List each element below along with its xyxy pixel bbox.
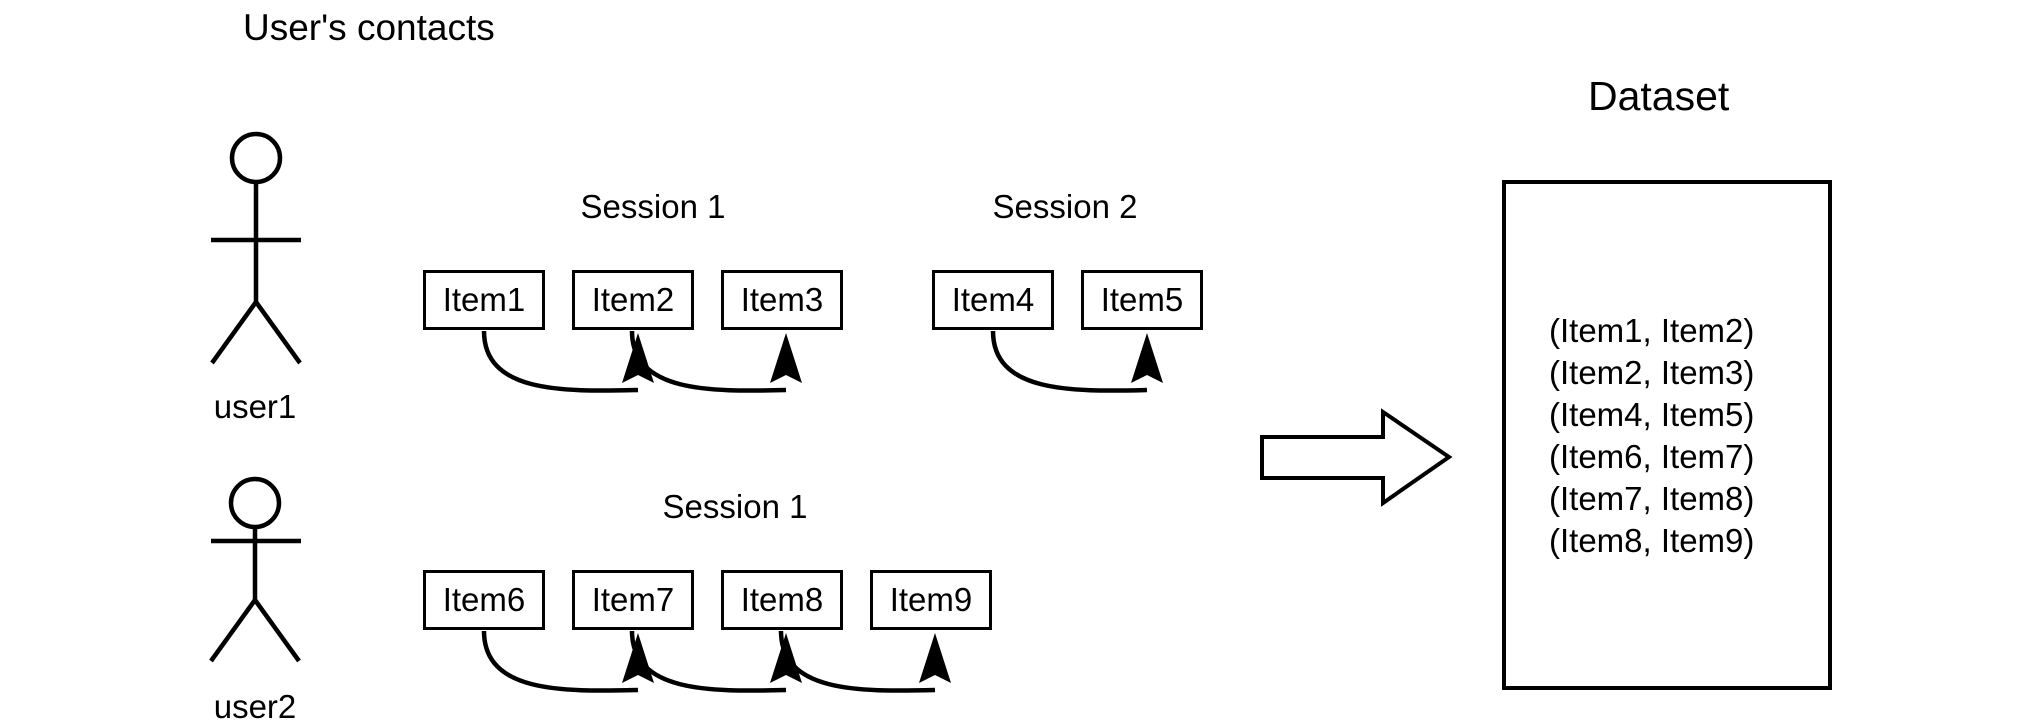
item-box-label: Item1 [442, 281, 526, 318]
item-box-item4[interactable]: Item4 [932, 270, 1054, 330]
transition-arrow-item4-item5 [990, 330, 1163, 393]
dataset-pair-list: (Item1, Item2) (Item2, Item3) (Item4, It… [1549, 310, 1754, 561]
dataset-title: Dataset [1588, 73, 1730, 119]
item-box-item7[interactable]: Item7 [572, 570, 694, 630]
item-box-item1[interactable]: Item1 [423, 270, 545, 330]
item-box-label: Item9 [889, 581, 973, 618]
diagram-canvas: User's contacts Dataset Session 1 Sessio… [0, 0, 2043, 726]
stick-figure-person-icon [209, 476, 301, 663]
item-box-label: Item7 [591, 581, 675, 618]
item-box-item6[interactable]: Item6 [423, 570, 545, 630]
dataset-pair-row: (Item2, Item3) [1549, 353, 1755, 391]
transition-arrow-item2-item3 [629, 330, 802, 393]
user-label-user1: user1 [213, 388, 297, 425]
item-box-item9[interactable]: Item9 [870, 570, 992, 630]
session-label-user1-session2: Session 2 [992, 188, 1138, 225]
transition-arrow-item8-item9 [778, 630, 951, 693]
transition-arrow-item1-item2 [481, 330, 654, 393]
stick-figure-person-icon [210, 131, 302, 365]
item-box-label: Item5 [1100, 281, 1184, 318]
item-box-item3[interactable]: Item3 [721, 270, 843, 330]
page-title: User's contacts [243, 7, 495, 48]
item-box-label: Item4 [951, 281, 1035, 318]
item-box-item8[interactable]: Item8 [721, 570, 843, 630]
session-label-user1-session1: Session 1 [580, 188, 726, 225]
dataset-pair-row: (Item4, Item5) [1549, 395, 1755, 433]
user-label-user2: user2 [213, 688, 297, 725]
dataset-pair-row: (Item6, Item7) [1549, 437, 1755, 475]
item-box-label: Item8 [740, 581, 824, 618]
session-label-user2-session1: Session 1 [662, 488, 808, 525]
item-box-label: Item2 [591, 281, 675, 318]
block-arrow-right-icon [1260, 408, 1453, 507]
item-box-label: Item6 [442, 581, 526, 618]
dataset-pair-row: (Item8, Item9) [1549, 521, 1755, 559]
dataset-pair-row: (Item1, Item2) [1549, 312, 1755, 349]
transition-arrow-item6-item7 [481, 630, 654, 693]
dataset-pair-row: (Item7, Item8) [1549, 479, 1755, 517]
item-box-label: Item3 [740, 281, 824, 318]
item-box-item2[interactable]: Item2 [572, 270, 694, 330]
transition-arrow-item7-item8 [629, 630, 802, 693]
item-box-item5[interactable]: Item5 [1081, 270, 1203, 330]
